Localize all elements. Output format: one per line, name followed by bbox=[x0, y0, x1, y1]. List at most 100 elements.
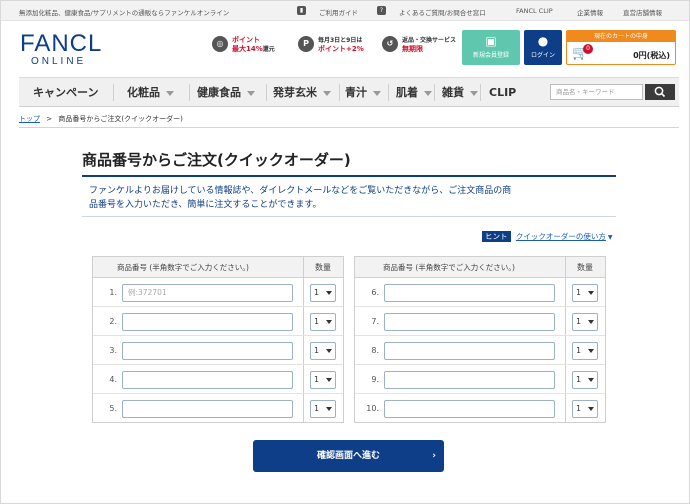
divider bbox=[19, 127, 679, 128]
page-frame bbox=[0, 0, 690, 504]
row-number: 8. bbox=[371, 346, 379, 355]
table-header: 商品番号 (半角数字でご入力ください。) 数量 bbox=[355, 257, 605, 278]
breadcrumb-sep: > bbox=[46, 115, 53, 123]
register-button[interactable]: ▣ 新規会員登録 bbox=[462, 30, 520, 65]
nav-cosmetics[interactable]: 化粧品 bbox=[127, 78, 174, 107]
question-icon: ? bbox=[377, 6, 386, 15]
book-icon: ▣ bbox=[485, 34, 497, 48]
row-number: 3. bbox=[109, 346, 117, 355]
order-table-right: 商品番号 (半角数字でご入力ください。) 数量 6. 1 7. 1 8. 1 9… bbox=[354, 256, 606, 423]
chevron-down-icon bbox=[247, 90, 255, 96]
chevron-down-icon bbox=[470, 90, 478, 96]
login-button[interactable]: ● ログイン bbox=[524, 30, 562, 65]
header-product-code: 商品番号 (半角数字でご入力ください。) bbox=[383, 263, 515, 272]
nav-divider bbox=[339, 84, 340, 101]
quantity-value: 1 bbox=[576, 404, 582, 413]
promo-bonus[interactable]: P 毎月3日と9日は ポイント+2% bbox=[298, 33, 378, 61]
quantity-select[interactable]: 1 bbox=[572, 342, 598, 360]
promo-points-line2: 最大14% bbox=[232, 45, 263, 53]
quantity-select[interactable]: 1 bbox=[572, 313, 598, 331]
row-number: 9. bbox=[371, 375, 379, 384]
proceed-to-confirm-button[interactable]: 確認画面へ進む › bbox=[253, 440, 444, 472]
nav-cosmetics-label: 化粧品 bbox=[127, 86, 160, 99]
quantity-select[interactable]: 1 bbox=[572, 284, 598, 302]
promo-returns-line1: 返品・交換サービス bbox=[402, 37, 457, 44]
quantity-value: 1 bbox=[576, 375, 582, 384]
product-code-input[interactable] bbox=[384, 284, 555, 302]
quick-order-howto-link[interactable]: クイックオーダーの使い方 bbox=[516, 232, 606, 241]
product-code-input[interactable] bbox=[122, 400, 293, 418]
cart-box[interactable]: 現在のカートの中身 🛒 0 0円(税込) bbox=[566, 30, 676, 65]
nav-divider bbox=[480, 84, 481, 101]
chevron-down-icon bbox=[373, 90, 381, 96]
quantity-select[interactable]: 1 bbox=[310, 342, 336, 360]
row-number: 5. bbox=[109, 404, 117, 413]
nav-divider bbox=[434, 84, 435, 101]
table-row: 5. 1 bbox=[93, 394, 343, 423]
nav-divider bbox=[388, 84, 389, 101]
nav-goods[interactable]: 雑貨 bbox=[442, 78, 478, 107]
fancl-logo[interactable]: FANCL bbox=[20, 31, 102, 57]
nav-health-foods[interactable]: 健康食品 bbox=[197, 78, 255, 107]
chevron-down-icon bbox=[588, 291, 594, 295]
chevron-down-icon bbox=[326, 378, 332, 382]
chevron-down-icon bbox=[588, 349, 594, 353]
promo-points-line3: 還元 bbox=[262, 46, 275, 53]
search-button[interactable] bbox=[645, 84, 675, 100]
table-row: 8. 1 bbox=[355, 336, 605, 365]
proceed-label: 確認画面へ進む bbox=[316, 451, 380, 461]
promo-returns[interactable]: ↺ 返品・交換サービス 無期限 bbox=[382, 33, 462, 61]
quantity-select[interactable]: 1 bbox=[310, 371, 336, 389]
nav-clip[interactable]: CLIP bbox=[489, 78, 516, 107]
product-code-input[interactable] bbox=[384, 313, 555, 331]
quantity-select[interactable]: 1 bbox=[310, 284, 336, 302]
table-row: 2. 1 bbox=[93, 307, 343, 336]
promo-points-line1: ポイント bbox=[232, 36, 260, 44]
search-icon bbox=[654, 86, 666, 98]
breadcrumb-home[interactable]: トップ bbox=[19, 115, 40, 123]
clip-link[interactable]: FANCL CLIP bbox=[516, 7, 553, 15]
product-code-input[interactable] bbox=[384, 400, 555, 418]
product-code-input[interactable] bbox=[122, 342, 293, 360]
quantity-select[interactable]: 1 bbox=[310, 313, 336, 331]
table-row: 7. 1 bbox=[355, 307, 605, 336]
nav-germinated-rice-label: 発芽玄米 bbox=[273, 86, 317, 99]
product-code-input[interactable] bbox=[384, 371, 555, 389]
nav-germinated-rice[interactable]: 発芽玄米 bbox=[273, 78, 331, 107]
company-link[interactable]: 企業情報 bbox=[577, 7, 603, 17]
person-icon: ● bbox=[537, 34, 549, 48]
quantity-select[interactable]: 1 bbox=[310, 400, 336, 418]
online-logo[interactable]: ONLINE bbox=[31, 56, 86, 67]
tagline: 無添加化粧品、健康食品/サプリメントの通販ならファンケルオンライン bbox=[19, 9, 230, 17]
chevron-down-icon bbox=[588, 320, 594, 324]
product-code-input[interactable]: 例:372701 bbox=[122, 284, 293, 302]
nav-aojiru[interactable]: 青汁 bbox=[345, 78, 381, 107]
table-header: 商品番号 (半角数字でご入力ください。) 数量 bbox=[93, 257, 343, 278]
faq-link[interactable]: よくあるご質問/お問合せ窓口 bbox=[399, 7, 486, 17]
nav-divider bbox=[266, 84, 267, 101]
stores-link[interactable]: 直営店舗情報 bbox=[623, 7, 662, 17]
nav-campaign[interactable]: キャンペーン bbox=[33, 78, 98, 107]
hint: ヒント クイックオーダーの使い方 ▼ bbox=[482, 231, 613, 243]
promo-points[interactable]: ◎ ポイント 最大14%還元 bbox=[212, 33, 292, 61]
quantity-select[interactable]: 1 bbox=[572, 400, 598, 418]
guide-link[interactable]: ご利用ガイド bbox=[319, 7, 358, 17]
top-utility-bar: 無添加化粧品、健康食品/サプリメントの通販ならファンケルオンライン ▮ ご利用ガ… bbox=[1, 1, 689, 21]
breadcrumb-current: 商品番号からご注文(クイックオーダー) bbox=[58, 115, 183, 123]
table-row: 10. 1 bbox=[355, 394, 605, 423]
chevron-down-icon bbox=[326, 407, 332, 411]
product-code-input[interactable] bbox=[122, 313, 293, 331]
product-code-input[interactable] bbox=[122, 371, 293, 389]
row-number: 10. bbox=[366, 404, 379, 413]
register-label: 新規会員登録 bbox=[472, 52, 509, 59]
product-code-input[interactable] bbox=[384, 342, 555, 360]
nav-divider bbox=[189, 84, 190, 101]
quantity-value: 1 bbox=[314, 404, 320, 413]
quantity-value: 1 bbox=[314, 317, 320, 326]
hint-label: ヒント bbox=[482, 231, 511, 242]
promo-returns-line2: 無期限 bbox=[402, 45, 423, 53]
cart-total: 0円(税込) bbox=[633, 51, 670, 60]
search-input[interactable]: 商品名・キーワード bbox=[550, 84, 643, 100]
quantity-select[interactable]: 1 bbox=[572, 371, 598, 389]
nav-underwear[interactable]: 肌着 bbox=[396, 78, 432, 107]
